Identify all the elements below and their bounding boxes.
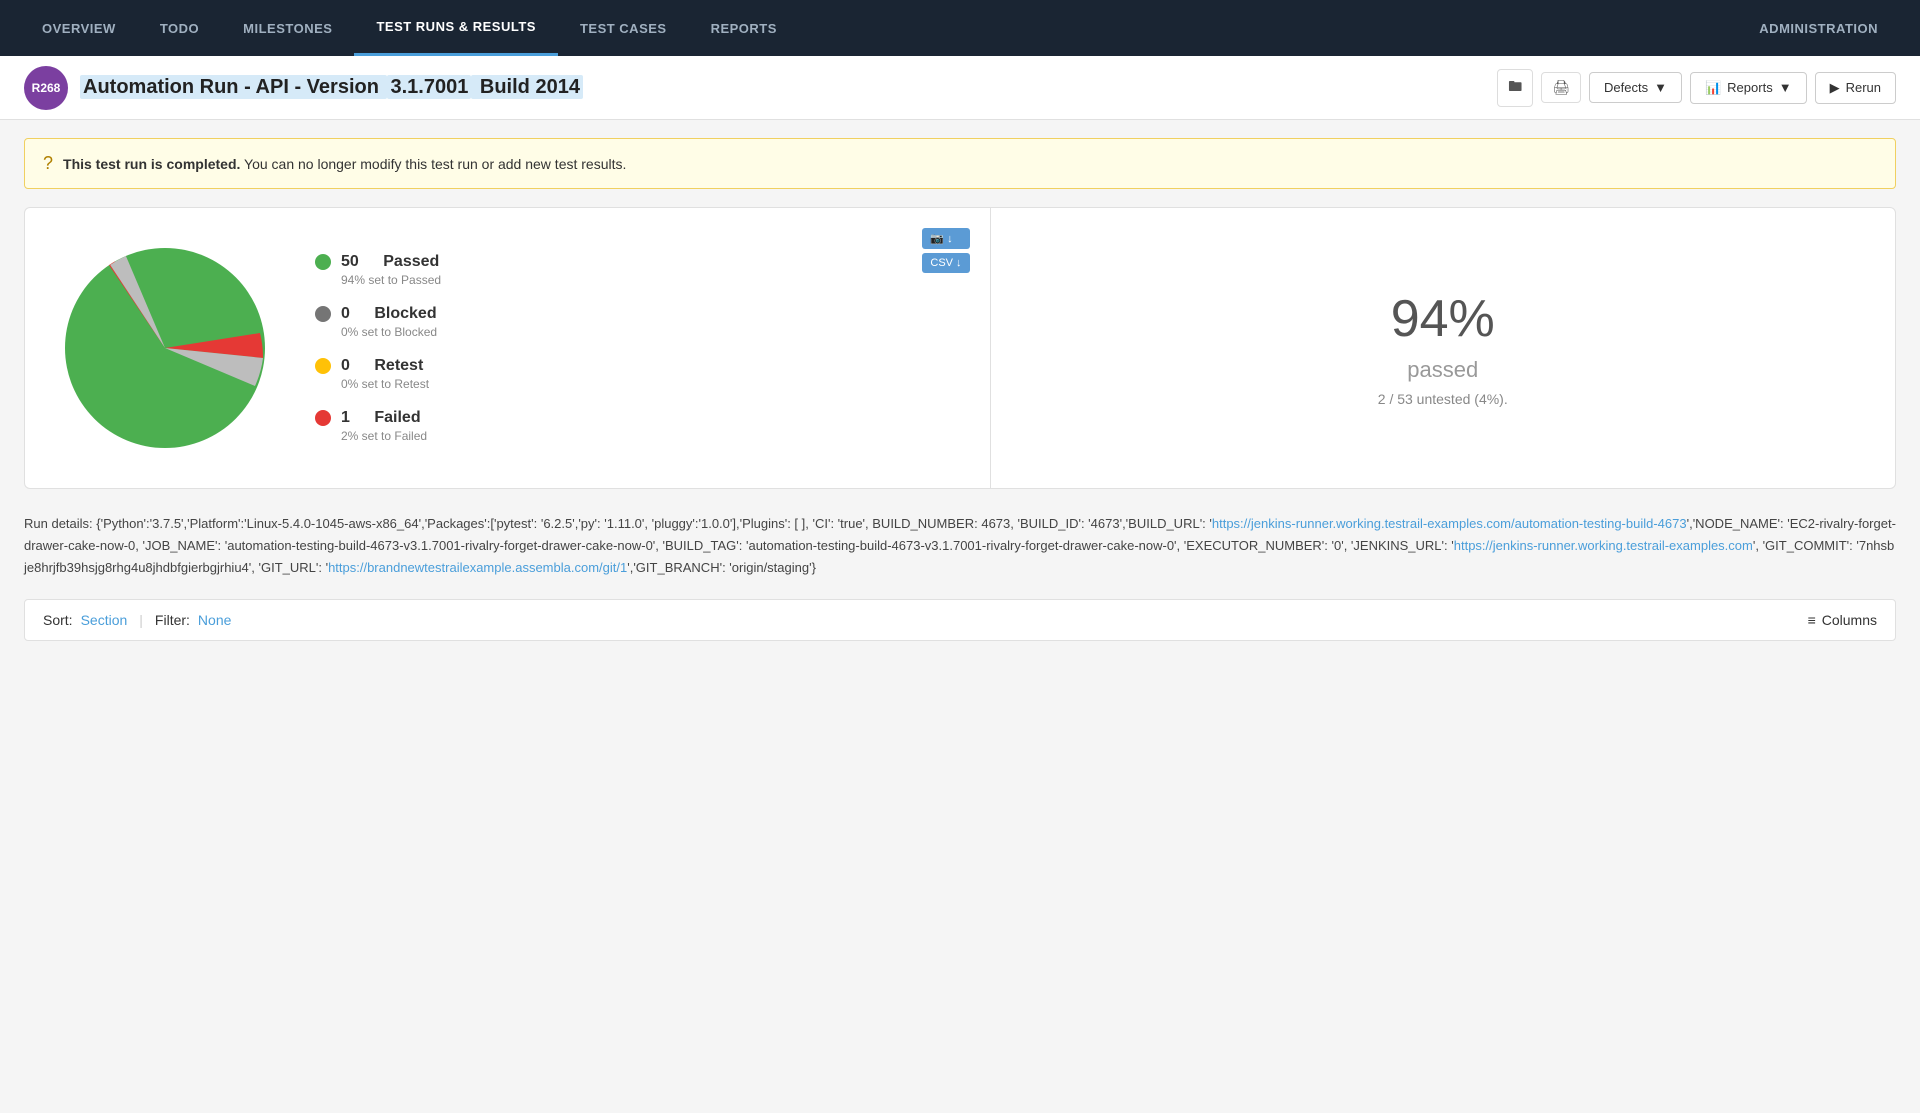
notice-icon: ? [43, 153, 53, 174]
columns-icon: ≡ [1808, 612, 1816, 628]
image-download-button[interactable]: 📷 ↓ [922, 228, 969, 249]
passed-pct: 94% set to Passed [341, 273, 441, 287]
title-prefix: Automation Run - API - Version [80, 75, 387, 99]
title-version: 3.1.7001 [387, 75, 471, 99]
legend-retest: 0 Retest 0% set to Retest [315, 357, 441, 391]
header-actions: 🖿 🖨 Defects ▼ 📊 Reports ▼ ▶ Rerun [1497, 69, 1896, 107]
passed-label: Passed [383, 253, 439, 271]
passed-dot [315, 254, 331, 270]
title-suffix: Build 2014 [471, 75, 583, 99]
run-details-prefix: Run details: {'Python':'3.7.5','Platform… [24, 516, 1212, 531]
sort-filter-bar: Sort: Section | Filter: None ≡ Columns [24, 599, 1896, 641]
build-url-link[interactable]: https://jenkins-runner.working.testrail-… [1212, 516, 1687, 531]
filter-value[interactable]: None [198, 612, 231, 628]
failed-label: Failed [374, 409, 420, 427]
csv-label: CSV [930, 257, 953, 269]
stats-right: 94% passed 2 / 53 untested (4%). [991, 208, 1896, 488]
csv-download-button[interactable]: CSV ↓ [922, 253, 969, 273]
download-icons: 📷 ↓ CSV ↓ [922, 228, 969, 273]
notice-text: This test run is completed. You can no l… [63, 156, 626, 172]
blocked-dot [315, 306, 331, 322]
sort-label: Sort: [43, 612, 73, 628]
run-badge: R268 [24, 66, 68, 110]
completion-notice: ? This test run is completed. You can no… [24, 138, 1896, 189]
print-icon: 🖨 [1552, 79, 1570, 96]
failed-pct: 2% set to Failed [341, 429, 441, 443]
columns-label: Columns [1822, 612, 1877, 628]
download-arrow-2: ↓ [956, 257, 962, 269]
run-details: Run details: {'Python':'3.7.5','Platform… [24, 513, 1896, 579]
stats-panel: 50 Passed 94% set to Passed 0 Blocked 0%… [24, 207, 1896, 489]
print-button[interactable]: 🖨 [1541, 72, 1581, 103]
failed-dot [315, 410, 331, 426]
retest-label: Retest [374, 357, 423, 375]
columns-button[interactable]: ≡ Columns [1808, 612, 1877, 628]
rerun-icon: ▶ [1830, 80, 1840, 96]
jenkins-url-link[interactable]: https://jenkins-runner.working.testrail-… [1454, 538, 1753, 553]
defects-button[interactable]: Defects ▼ [1589, 72, 1682, 103]
defects-dropdown-icon: ▼ [1654, 80, 1667, 95]
main-nav: OVERVIEW TODO MILESTONES TEST RUNS & RES… [0, 0, 1920, 56]
retest-count: 0 [341, 357, 350, 375]
header-bar: R268 Automation Run - API - Version 3.1.… [0, 56, 1920, 120]
nav-reports[interactable]: REPORTS [689, 0, 799, 56]
rerun-label: Rerun [1846, 80, 1881, 95]
download-arrow-1: ↓ [947, 233, 953, 245]
export-icon: 🖿 [1508, 76, 1522, 100]
legend-blocked: 0 Blocked 0% set to Blocked [315, 305, 441, 339]
failed-count: 1 [341, 409, 350, 427]
nav-test-runs[interactable]: TEST RUNS & RESULTS [354, 0, 558, 56]
reports-label: Reports [1727, 80, 1773, 95]
legend-failed: 1 Failed 2% set to Failed [315, 409, 441, 443]
retest-pct: 0% set to Retest [341, 377, 441, 391]
passed-count: 50 [341, 253, 359, 271]
blocked-label: Blocked [374, 305, 436, 323]
rerun-button[interactable]: ▶ Rerun [1815, 72, 1896, 104]
nav-overview[interactable]: OVERVIEW [20, 0, 138, 56]
nav-todo[interactable]: TODO [138, 0, 221, 56]
run-details-tail: ','GIT_BRANCH': 'origin/staging'} [627, 560, 816, 575]
pie-chart [55, 238, 275, 458]
git-url-link[interactable]: https://brandnewtestrailexample.assembla… [328, 560, 627, 575]
blocked-pct: 0% set to Blocked [341, 325, 441, 339]
image-icon: 📷 [930, 232, 944, 245]
legend: 50 Passed 94% set to Passed 0 Blocked 0%… [315, 253, 441, 443]
retest-dot [315, 358, 331, 374]
stats-left: 50 Passed 94% set to Passed 0 Blocked 0%… [25, 208, 990, 488]
nav-milestones[interactable]: MILESTONES [221, 0, 354, 56]
sort-value[interactable]: Section [81, 612, 128, 628]
reports-button[interactable]: 📊 Reports ▼ [1690, 72, 1807, 104]
nav-administration[interactable]: ADMINISTRATION [1737, 0, 1900, 56]
reports-dropdown-icon: ▼ [1779, 80, 1792, 95]
notice-bold: This test run is completed. [63, 156, 240, 172]
blocked-count: 0 [341, 305, 350, 323]
main-content: 50 Passed 94% set to Passed 0 Blocked 0%… [0, 207, 1920, 665]
reports-chart-icon: 📊 [1705, 80, 1721, 96]
separator: | [139, 612, 143, 628]
page-title: Automation Run - API - Version 3.1.7001 … [80, 76, 1485, 99]
pass-percent: 94% [1391, 289, 1495, 349]
legend-passed: 50 Passed 94% set to Passed [315, 253, 441, 287]
passed-word: passed [1407, 357, 1478, 383]
export-button[interactable]: 🖿 [1497, 69, 1533, 107]
defects-label: Defects [1604, 80, 1648, 95]
nav-test-cases[interactable]: TEST CASES [558, 0, 689, 56]
filter-label: Filter: [155, 612, 190, 628]
untested-count: 2 / 53 untested (4%). [1378, 391, 1508, 407]
